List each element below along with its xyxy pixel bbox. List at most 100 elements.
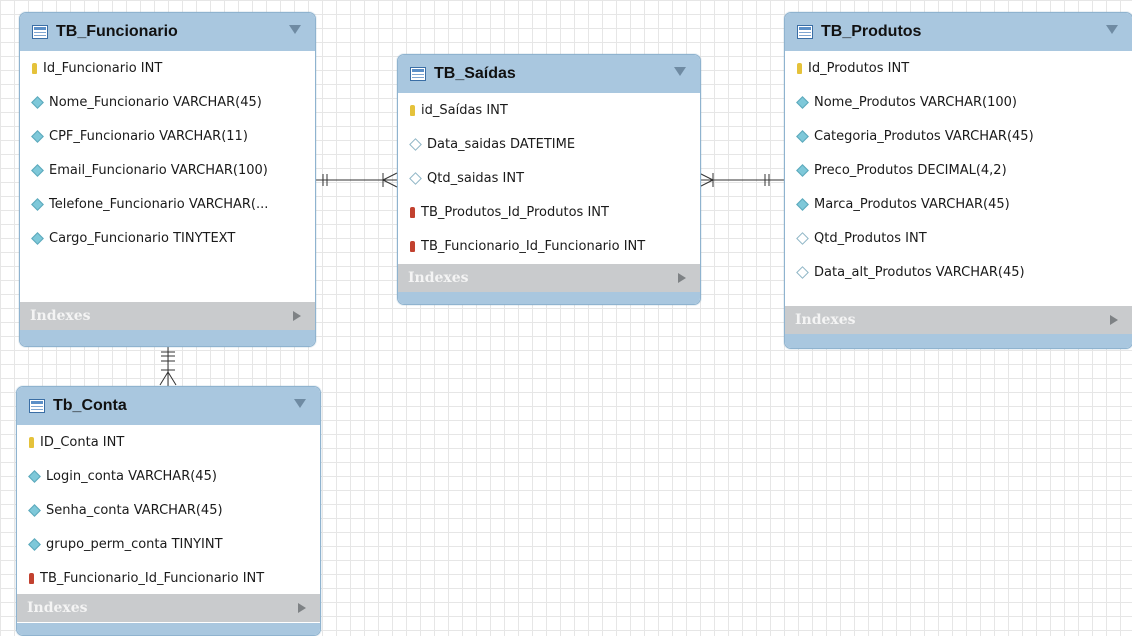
column-row[interactable]: CPF_Funcionario VARCHAR(11) (20, 119, 315, 153)
column-row[interactable]: TB_Funcionario_Id_Funcionario INT (398, 229, 700, 263)
column-row[interactable]: Nome_Funcionario VARCHAR(45) (20, 85, 315, 119)
table-tb-conta[interactable]: Tb_Conta ID_Conta INT Login_conta VARCHA… (16, 386, 321, 636)
expand-arrow-icon[interactable] (293, 311, 301, 321)
table-title: Tb_Conta (53, 397, 127, 414)
column-diamond-icon (31, 197, 44, 211)
expand-arrow-icon[interactable] (678, 273, 686, 283)
collapse-caret-icon[interactable] (294, 399, 306, 408)
column-label: Qtd_saidas INT (427, 170, 525, 186)
column-row[interactable]: grupo_perm_conta TINYINT (17, 527, 320, 561)
column-row[interactable]: Senha_conta VARCHAR(45) (17, 493, 320, 527)
table-header[interactable]: TB_Funcionario (20, 13, 315, 51)
column-diamond-icon (31, 163, 44, 177)
column-diamond-icon (796, 95, 809, 109)
column-row[interactable]: id_Saídas INT (398, 93, 700, 127)
column-label: Login_conta VARCHAR(45) (46, 468, 217, 484)
indexes-section[interactable]: Indexes (398, 264, 700, 292)
column-label: Data_alt_Produtos VARCHAR(45) (814, 264, 1025, 280)
column-row[interactable]: Marca_Produtos VARCHAR(45) (785, 187, 1132, 221)
collapse-caret-icon[interactable] (674, 67, 686, 76)
nullable-column-icon (796, 265, 809, 279)
indexes-label: Indexes (795, 312, 856, 328)
column-row[interactable]: Login_conta VARCHAR(45) (17, 459, 320, 493)
table-tb-funcionario[interactable]: TB_Funcionario Id_Funcionario INT Nome_F… (19, 12, 316, 347)
column-row[interactable]: Qtd_Produtos INT (785, 221, 1132, 255)
column-row[interactable]: Nome_Produtos VARCHAR(100) (785, 85, 1132, 119)
column-diamond-icon (28, 503, 41, 517)
table-footer (20, 330, 315, 346)
column-label: Data_saidas DATETIME (427, 136, 576, 152)
column-diamond-icon (31, 129, 44, 143)
table-icon (29, 399, 45, 413)
relationship-saidas-produtos[interactable] (698, 172, 784, 188)
indexes-label: Indexes (27, 600, 88, 616)
column-diamond-icon (796, 163, 809, 177)
column-row[interactable]: Qtd_saidas INT (398, 161, 700, 195)
table-icon (797, 25, 813, 39)
primary-key-icon (410, 104, 415, 116)
column-diamond-icon (28, 469, 41, 483)
column-label: CPF_Funcionario VARCHAR(11) (49, 128, 248, 144)
collapse-caret-icon[interactable] (1106, 25, 1118, 34)
column-label: TB_Produtos_Id_Produtos INT (421, 204, 609, 220)
table-header[interactable]: Tb_Conta (17, 387, 320, 425)
table-tb-saidas[interactable]: TB_Saídas id_Saídas INT Data_saidas DATE… (397, 54, 701, 305)
primary-key-icon (29, 436, 34, 448)
table-tb-produtos[interactable]: TB_Produtos Id_Produtos INT Nome_Produto… (784, 12, 1132, 349)
column-row[interactable]: TB_Funcionario_Id_Funcionario INT (17, 561, 320, 595)
expand-arrow-icon[interactable] (298, 603, 306, 613)
relationship-funcionario-conta[interactable] (159, 345, 177, 386)
column-label: Id_Funcionario INT (43, 60, 163, 76)
column-label: Qtd_Produtos INT (814, 230, 927, 246)
column-row[interactable]: Preco_Produtos DECIMAL(4,2) (785, 153, 1132, 187)
column-diamond-icon (796, 197, 809, 211)
column-label: TB_Funcionario_Id_Funcionario INT (40, 570, 265, 586)
column-row[interactable]: Data_alt_Produtos VARCHAR(45) (785, 255, 1132, 289)
indexes-section[interactable]: Indexes (20, 302, 315, 330)
column-row[interactable]: Cargo_Funcionario TINYTEXT (20, 221, 315, 255)
column-row[interactable]: Data_saidas DATETIME (398, 127, 700, 161)
table-title: TB_Funcionario (56, 23, 178, 40)
table-footer (785, 334, 1132, 348)
relationship-funcionario-saidas[interactable] (316, 172, 398, 188)
indexes-section[interactable]: Indexes (17, 594, 320, 622)
table-title: TB_Produtos (821, 23, 922, 40)
column-row[interactable]: Telefone_Funcionario VARCHAR(... (20, 187, 315, 221)
foreign-key-icon (29, 572, 34, 584)
column-label: Id_Produtos INT (808, 60, 910, 76)
nullable-column-icon (796, 231, 809, 245)
table-header[interactable]: TB_Produtos (785, 13, 1132, 51)
primary-key-icon (32, 62, 37, 74)
column-label: Marca_Produtos VARCHAR(45) (814, 196, 1010, 212)
expand-arrow-icon[interactable] (1110, 315, 1118, 325)
column-diamond-icon (31, 95, 44, 109)
column-label: Preco_Produtos DECIMAL(4,2) (814, 162, 1007, 178)
table-icon (410, 67, 426, 81)
foreign-key-icon (410, 206, 415, 218)
column-row[interactable]: Id_Produtos INT (785, 51, 1132, 85)
column-row[interactable]: TB_Produtos_Id_Produtos INT (398, 195, 700, 229)
column-label: Nome_Produtos VARCHAR(100) (814, 94, 1017, 110)
column-label: Categoria_Produtos VARCHAR(45) (814, 128, 1034, 144)
column-label: Cargo_Funcionario TINYTEXT (49, 230, 236, 246)
nullable-column-icon (409, 137, 422, 151)
foreign-key-icon (410, 240, 415, 252)
table-title: TB_Saídas (434, 65, 516, 82)
indexes-label: Indexes (30, 308, 91, 324)
collapse-caret-icon[interactable] (289, 25, 301, 34)
column-label: TB_Funcionario_Id_Funcionario INT (421, 238, 646, 254)
table-icon (32, 25, 48, 39)
column-label: ID_Conta INT (40, 434, 125, 450)
column-diamond-icon (28, 537, 41, 551)
column-row[interactable]: Id_Funcionario INT (20, 51, 315, 85)
column-diamond-icon (796, 129, 809, 143)
column-row[interactable]: ID_Conta INT (17, 425, 320, 459)
column-row[interactable]: Categoria_Produtos VARCHAR(45) (785, 119, 1132, 153)
primary-key-icon (797, 62, 802, 74)
column-label: id_Saídas INT (421, 102, 508, 118)
indexes-section[interactable]: Indexes (785, 306, 1132, 334)
column-row[interactable]: Email_Funcionario VARCHAR(100) (20, 153, 315, 187)
nullable-column-icon (409, 171, 422, 185)
table-footer (398, 292, 700, 304)
table-header[interactable]: TB_Saídas (398, 55, 700, 93)
